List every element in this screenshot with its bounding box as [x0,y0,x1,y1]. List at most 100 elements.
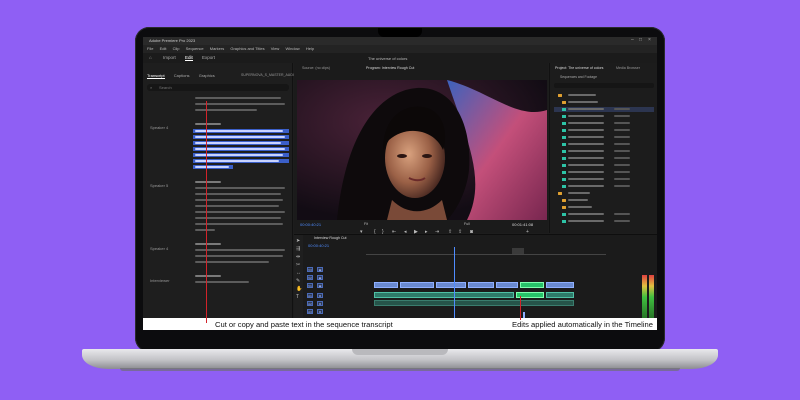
hand-tool-icon[interactable]: ✋ [296,287,302,292]
list-item[interactable] [554,205,654,210]
list-item[interactable] [554,142,654,147]
timeline-ruler[interactable] [366,247,606,255]
maximize-icon[interactable]: □ [639,37,642,43]
menu-file[interactable]: File [147,46,153,51]
video-frame[interactable] [297,80,547,220]
track-label[interactable]: V3 [307,267,313,272]
video-clip[interactable] [374,282,398,288]
track-header-v2[interactable]: V2 ▣ [303,275,359,282]
project-search-input[interactable] [554,83,654,88]
menu-help[interactable]: Help [306,46,314,51]
lock-icon[interactable]: ▣ [317,283,323,288]
transcript-line[interactable] [195,223,283,225]
audio-clip[interactable] [546,292,574,298]
menu-sequence[interactable]: Sequence [186,46,204,51]
program-monitor-tab[interactable]: Program: Interview Rough Cut [366,66,414,70]
video-clip[interactable] [400,282,434,288]
pen-tool-icon[interactable]: ✎ [296,279,301,284]
selected-video-clip[interactable] [520,282,544,288]
menu-window[interactable]: Window [285,46,299,51]
transcript-line[interactable] [195,109,257,111]
selection-tool-icon[interactable]: ➤ [296,239,301,244]
type-tool-icon[interactable]: T [296,295,301,300]
transcript-line[interactable] [195,205,279,207]
mute-icon[interactable]: M [317,293,323,298]
list-item[interactable] [554,149,654,154]
track-header-v3[interactable]: V3 ▣ [303,267,359,274]
track-header-a2[interactable]: A2 M [303,301,359,308]
razor-tool-icon[interactable]: ✂ [296,263,301,268]
transcript-line[interactable] [195,281,249,283]
menu-edit[interactable]: Edit [160,46,167,51]
lock-icon[interactable]: ▣ [317,275,323,280]
zoom-select[interactable]: Fit [364,222,368,226]
menu-markers[interactable]: Markers [210,46,224,51]
close-icon[interactable]: × [648,37,651,43]
video-clip[interactable] [436,282,466,288]
list-item[interactable] [554,156,654,161]
track-label[interactable]: A2 [307,301,313,306]
list-item[interactable] [554,107,654,112]
audio-clip[interactable] [374,292,514,298]
media-browser-tab[interactable]: Media Browser [616,66,640,70]
project-panel-title[interactable]: Project: The universe of colors [555,66,603,70]
transcript-line[interactable] [195,211,285,213]
track-label[interactable]: V1 [307,283,313,288]
workspace-export[interactable]: Export [202,55,215,60]
menu-graphics[interactable]: Graphics and Titles [230,46,264,51]
transcript-line[interactable] [195,255,283,257]
source-monitor-tab[interactable]: Source: (no clips) [302,66,330,70]
program-timecode[interactable]: 00:00:40:21 [300,222,321,227]
speaker-label[interactable]: Speaker 5 [150,183,168,188]
track-header-a3[interactable]: A3 M [303,309,359,316]
transcript-search-input[interactable]: ⌕ Search [147,84,289,91]
quality-select[interactable]: Full [464,222,470,226]
list-item[interactable] [554,191,654,196]
transcript-line[interactable] [195,97,281,99]
track-label[interactable]: A3 [307,309,313,314]
transcript-line[interactable] [195,187,285,189]
workspace-import[interactable]: Import [163,55,176,60]
minimize-icon[interactable]: – [631,37,634,43]
track-header-a1[interactable]: A1 M [303,293,359,300]
tab-transcript[interactable]: Transcript [147,73,165,79]
transcript-line[interactable] [195,217,281,219]
timeline-timecode[interactable]: 00:00:40:21 [308,243,329,248]
lock-icon[interactable]: ▣ [317,267,323,272]
transcript-line[interactable] [195,229,215,231]
track-select-icon[interactable]: ⇶ [296,247,301,252]
home-icon[interactable]: ⌂ [149,55,152,60]
transcript-line[interactable] [195,199,283,201]
list-item[interactable] [554,163,654,168]
list-item[interactable] [554,135,654,140]
mute-icon[interactable]: M [317,301,323,306]
track-header-v1[interactable]: V1 ▣ [303,283,359,290]
tab-graphics[interactable]: Graphics [199,73,215,78]
transcript-line[interactable] [195,193,281,195]
audio-clip[interactable] [374,300,574,306]
list-item[interactable] [554,198,654,203]
track-label[interactable]: V2 [307,275,313,280]
menu-view[interactable]: View [271,46,280,51]
speaker-label[interactable]: Speaker 4 [150,125,168,130]
speaker-label[interactable]: Interviewer [150,278,170,283]
list-item[interactable] [554,100,654,105]
track-label[interactable]: A1 [307,293,313,298]
list-item[interactable] [554,219,654,224]
list-item[interactable] [554,184,654,189]
menu-clip[interactable]: Clip [173,46,180,51]
video-clip[interactable] [468,282,494,288]
transcript-line[interactable] [195,103,285,105]
list-item[interactable] [554,128,654,133]
video-clip[interactable] [496,282,518,288]
video-clip[interactable] [546,282,574,288]
ripple-edit-icon[interactable]: ⇹ [296,255,301,260]
workspace-edit[interactable]: Edit [185,55,193,61]
list-item[interactable] [554,114,654,119]
transcript-line[interactable] [195,249,285,251]
timeline-tab[interactable]: Interview Rough Cut [314,236,347,240]
list-item[interactable] [554,212,654,217]
playhead[interactable] [454,247,455,322]
speaker-label[interactable]: Speaker 4 [150,246,168,251]
list-item[interactable] [554,121,654,126]
